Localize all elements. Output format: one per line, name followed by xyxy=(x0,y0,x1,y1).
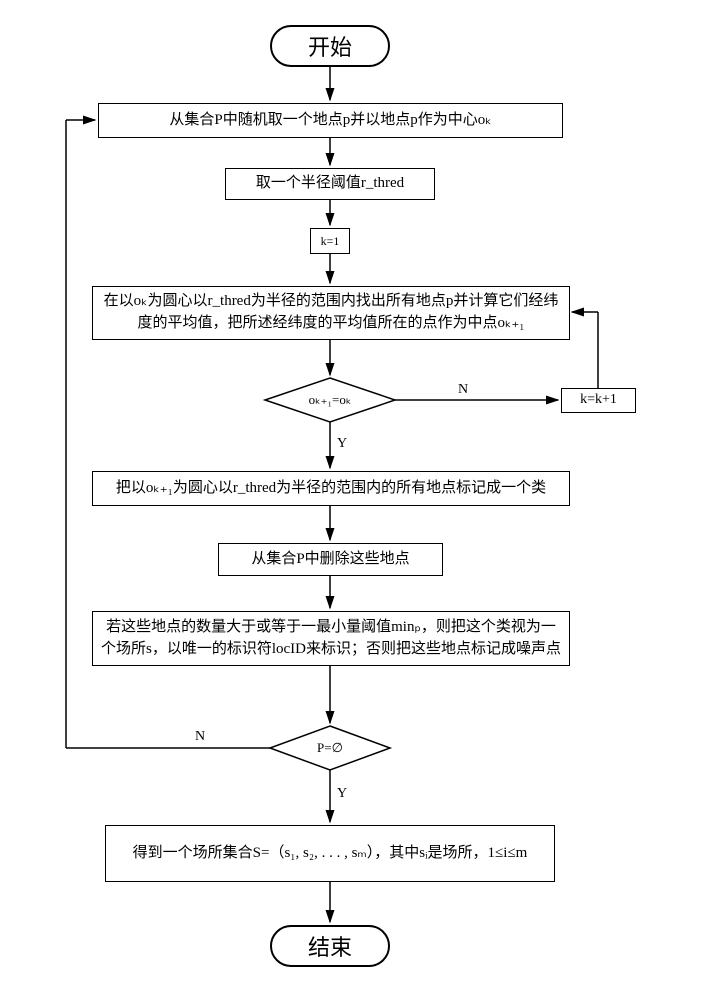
step-mark-points-as-class: 把以oₖ₊₁为圆心以r_thred为半径的范围内的所有地点标记成一个类 xyxy=(92,471,570,506)
label-d2-yes: Y xyxy=(337,786,347,802)
step-radius-threshold: 取一个半径阈值r_thred xyxy=(225,168,435,200)
label-d2-no: N xyxy=(195,729,205,745)
terminal-end: 结束 xyxy=(270,925,390,967)
step-result-set-s: 得到一个场所集合S=（s₁, s₂, . . . , sₘ），其中sᵢ是场所，1… xyxy=(105,825,555,882)
step-pick-random-point: 从集合P中随机取一个地点p并以地点p作为中心oₖ xyxy=(98,103,563,138)
label-d1-yes: Y xyxy=(337,436,347,452)
step-k-increment: k=k+1 xyxy=(561,388,636,413)
step-remove-from-p: 从集合P中删除这些地点 xyxy=(218,543,443,576)
label-d1-no: N xyxy=(458,382,468,398)
step-k-equals-1: k=1 xyxy=(310,228,350,254)
decision-ok-plus-1-equals-ok: oₖ₊₁=oₖ xyxy=(290,392,370,408)
step-check-min-threshold: 若这些地点的数量大于或等于一最小量阈值minₚ，则把这个类视为一个场所s，以唯一… xyxy=(92,611,570,666)
step-find-points-compute-mean: 在以oₖ为圆心以r_thred为半径的范围内找出所有地点p并计算它们经纬度的平均… xyxy=(92,286,570,340)
terminal-start: 开始 xyxy=(270,25,390,67)
decision-p-empty: P=∅ xyxy=(303,740,357,756)
